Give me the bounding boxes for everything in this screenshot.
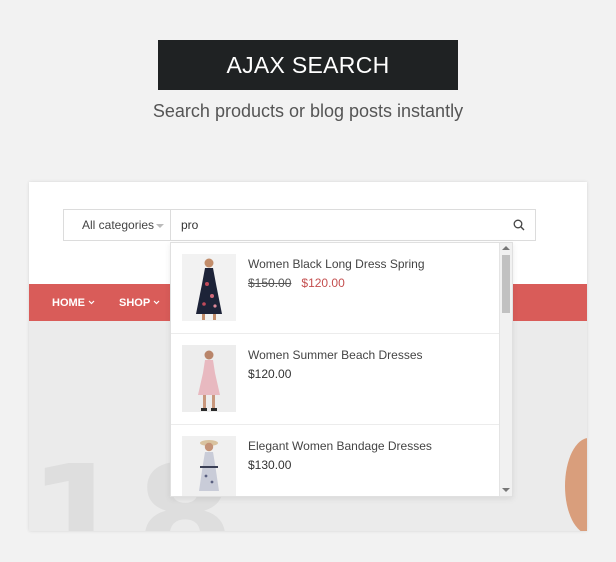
search-result-item[interactable]: Women Summer Beach Dresses $120.00 — [171, 334, 499, 425]
product-name: Elegant Women Bandage Dresses — [248, 439, 432, 453]
product-price: $130.00 — [248, 458, 292, 472]
chevron-down-icon — [153, 300, 160, 305]
hero-title: AJAX SEARCH — [226, 51, 390, 78]
product-name: Women Black Long Dress Spring — [248, 257, 425, 271]
product-thumbnail — [182, 436, 236, 496]
scrollbar-thumb[interactable] — [502, 255, 510, 313]
search-input[interactable] — [171, 210, 503, 240]
search-bar: All categories — [63, 209, 536, 241]
search-icon — [513, 219, 525, 231]
dress-image — [182, 345, 236, 412]
product-name: Women Summer Beach Dresses — [248, 348, 423, 362]
demo-frame: 18 All categories HOME SHOP — [29, 182, 587, 531]
nav-item-label: SHOP — [119, 296, 151, 309]
hero-subtitle: Search products or blog posts instantly — [152, 101, 464, 121]
nav-item-label: HOME — [52, 296, 85, 309]
scroll-up-arrow-icon[interactable] — [502, 246, 510, 250]
category-select-label: All categories — [82, 218, 155, 232]
dress-image — [182, 436, 236, 496]
product-thumbnail — [182, 254, 236, 321]
search-button[interactable] — [503, 210, 535, 240]
results-scrollbar[interactable] — [499, 243, 512, 496]
search-results-dropdown: Women Black Long Dress Spring $150.00 $12… — [170, 242, 513, 497]
search-result-item[interactable]: Elegant Women Bandage Dresses $130.00 — [171, 425, 499, 496]
product-old-price: $150.00 — [248, 276, 292, 290]
category-select[interactable]: All categories — [64, 210, 171, 240]
caret-down-icon — [156, 224, 164, 228]
search-result-item[interactable]: Women Black Long Dress Spring $150.00 $12… — [171, 243, 499, 334]
chevron-down-icon — [88, 300, 95, 305]
product-price: $150.00 $120.00 — [248, 276, 345, 290]
nav-item-shop[interactable]: SHOP — [119, 297, 160, 309]
product-sale-price: $120.00 — [301, 276, 345, 290]
scroll-down-arrow-icon[interactable] — [502, 488, 510, 492]
product-price: $120.00 — [248, 367, 292, 381]
nav-item-home[interactable]: HOME — [52, 297, 95, 309]
hero-title-badge: AJAX SEARCH — [158, 40, 458, 90]
dress-image — [182, 254, 236, 321]
product-thumbnail — [182, 345, 236, 412]
